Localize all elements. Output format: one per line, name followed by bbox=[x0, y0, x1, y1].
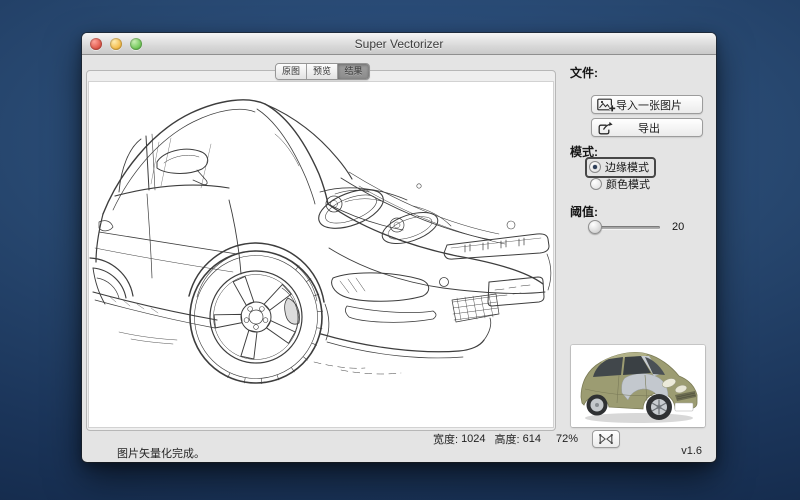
radio-unselected-icon bbox=[590, 178, 602, 190]
threshold-slider-row: 20 bbox=[594, 221, 684, 233]
threshold-slider-thumb[interactable] bbox=[588, 220, 602, 234]
app-window: Super Vectorizer 原图 预览 结果 bbox=[82, 33, 716, 462]
original-image-thumbnail bbox=[571, 345, 705, 427]
edge-mode-label: 边缘模式 bbox=[605, 159, 649, 175]
result-canvas bbox=[89, 82, 553, 427]
tab-preview[interactable]: 预览 bbox=[307, 64, 338, 79]
width-label: 宽度: bbox=[433, 431, 458, 447]
width-value: 1024 bbox=[461, 433, 485, 445]
color-mode-radio[interactable]: 颜色模式 bbox=[590, 176, 650, 192]
status-message: 图片矢量化完成。 bbox=[117, 445, 205, 461]
version-label: v1.6 bbox=[681, 445, 702, 457]
height-label: 高度: bbox=[495, 431, 520, 447]
threshold-value: 20 bbox=[672, 221, 684, 233]
tab-result[interactable]: 结果 bbox=[338, 64, 369, 79]
color-mode-label: 颜色模式 bbox=[606, 176, 650, 192]
original-car-photo bbox=[571, 345, 705, 427]
desktop-background: Super Vectorizer 原图 预览 结果 bbox=[0, 0, 800, 500]
threshold-section-label: 阈值: bbox=[570, 203, 598, 220]
threshold-slider-track[interactable] bbox=[594, 226, 660, 229]
height-value: 614 bbox=[523, 433, 541, 445]
radio-selected-icon bbox=[589, 161, 601, 173]
vectorized-car-drawing bbox=[89, 82, 553, 427]
edge-mode-radio[interactable]: 边缘模式 bbox=[585, 157, 656, 178]
tab-original[interactable]: 原图 bbox=[276, 64, 307, 79]
image-info-bar: 宽度: 1024 高度: 614 72% bbox=[433, 430, 620, 448]
window-title: Super Vectorizer bbox=[82, 33, 716, 55]
zoom-percent: 72% bbox=[556, 433, 578, 445]
picture-plus-icon bbox=[597, 98, 616, 116]
zoom-to-fit-button[interactable] bbox=[592, 430, 620, 448]
file-section-label: 文件: bbox=[570, 64, 598, 81]
zoom-to-fit-icon bbox=[599, 434, 613, 444]
title-bar[interactable]: Super Vectorizer bbox=[82, 33, 716, 55]
share-arrow-icon bbox=[597, 121, 613, 139]
import-image-button[interactable]: 导入一张图片 bbox=[591, 95, 703, 114]
status-bar: 图片矢量化完成。 v1.6 bbox=[82, 443, 716, 462]
export-button[interactable]: 导出 bbox=[591, 118, 703, 137]
view-tab-bar: 原图 预览 结果 bbox=[275, 63, 370, 80]
